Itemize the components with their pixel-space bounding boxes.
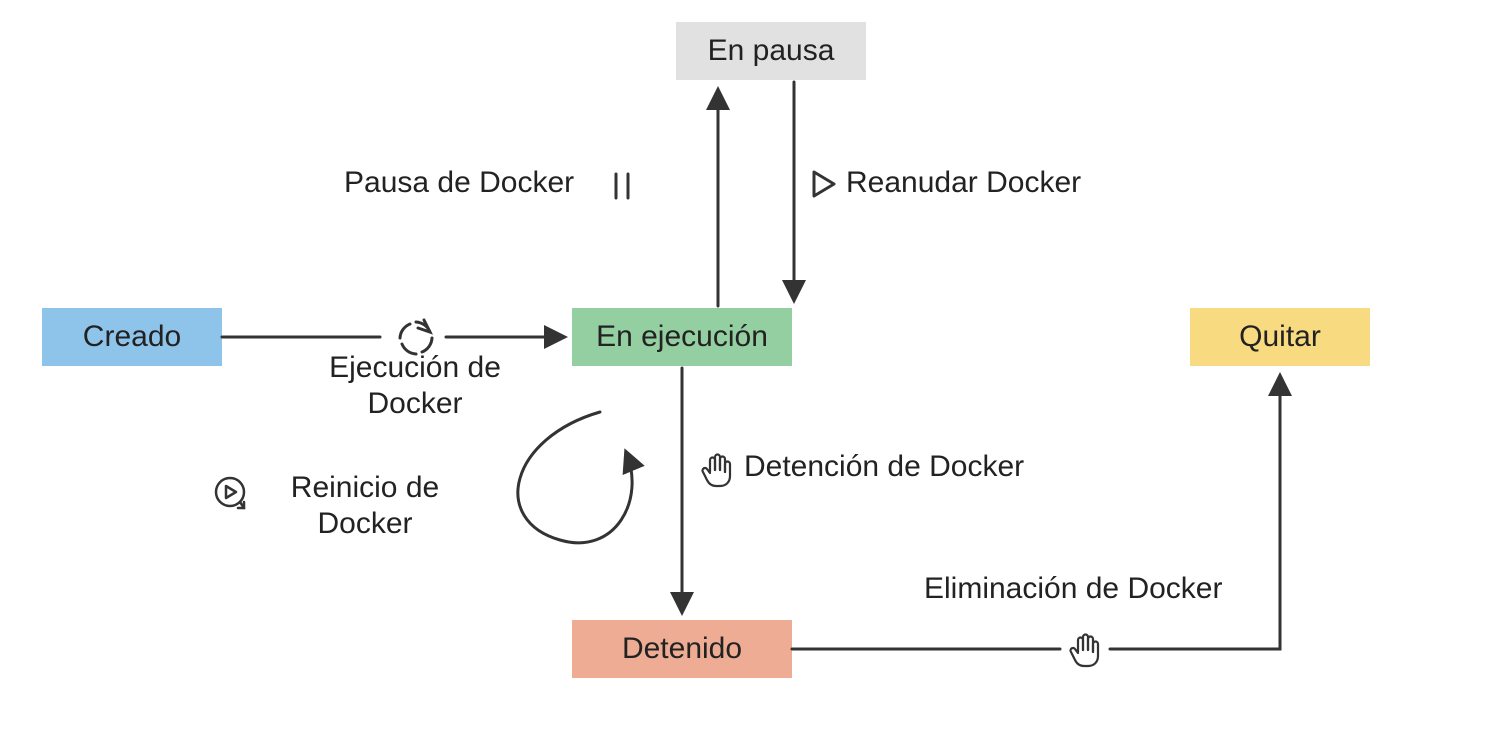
label-pause-text: Pausa de Docker: [344, 166, 574, 199]
state-paused: En pausa: [676, 22, 866, 80]
label-stop-text: Detención de Docker: [744, 450, 1024, 483]
state-running: En ejecución: [572, 308, 792, 366]
state-created: Creado: [42, 308, 222, 366]
label-unpause-text: Reanudar Docker: [846, 166, 1081, 199]
state-removed: Quitar: [1190, 308, 1370, 366]
cycle-icon: [394, 316, 438, 368]
label-restart-text: Reinicio de Docker: [291, 471, 439, 540]
pause-icon: [608, 170, 636, 210]
play-icon: [808, 168, 840, 208]
restart-play-icon: [210, 472, 250, 520]
state-paused-label: En pausa: [708, 34, 835, 68]
label-remove: Eliminación de Docker: [924, 572, 1222, 606]
state-created-label: Creado: [83, 320, 181, 354]
label-stop: Detención de Docker: [744, 450, 1024, 484]
state-stopped-label: Detenido: [622, 632, 742, 666]
hand-stop-icon: [698, 450, 738, 498]
label-remove-text: Eliminación de Docker: [924, 572, 1222, 605]
label-pause: Pausa de Docker: [344, 166, 574, 200]
state-running-label: En ejecución: [596, 320, 768, 354]
state-removed-label: Quitar: [1239, 320, 1321, 354]
label-restart: Reinicio de Docker: [250, 470, 480, 542]
hand-remove-icon: [1066, 630, 1106, 678]
diagram-canvas: En pausa Creado En ejecución Quitar Dete…: [0, 0, 1500, 736]
label-unpause: Reanudar Docker: [846, 166, 1081, 200]
state-stopped: Detenido: [572, 620, 792, 678]
